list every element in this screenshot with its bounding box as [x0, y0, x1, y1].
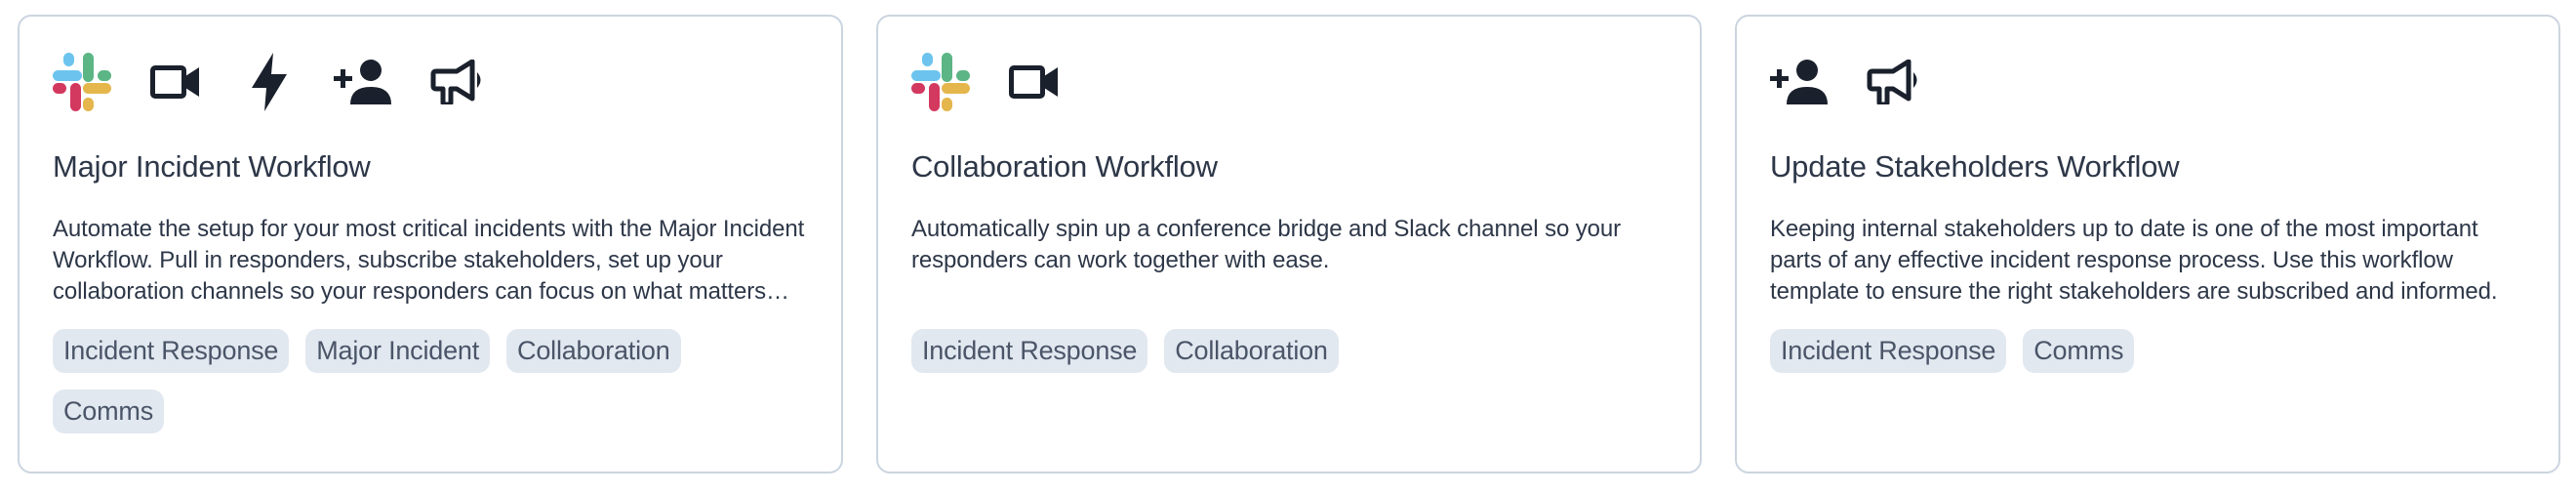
tag-incident-response: Incident Response: [911, 329, 1148, 373]
workflow-description: Keeping internal stakeholders up to date…: [1770, 216, 2498, 305]
tag-comms: Comms: [53, 390, 164, 433]
integration-icons: [53, 52, 808, 112]
tag-collaboration: Collaboration: [1164, 329, 1339, 373]
integration-icons: [1770, 52, 2525, 112]
video-camera-icon: [1005, 53, 1064, 111]
bolt-icon: [240, 53, 299, 111]
workflow-card-update-stakeholders[interactable]: Update Stakeholders Workflow Keeping int…: [1735, 15, 2560, 473]
tag-incident-response: Incident Response: [1770, 329, 2007, 373]
tag-collaboration: Collaboration: [506, 329, 681, 373]
workflow-tags: Incident Response Major Incident Collabo…: [53, 329, 808, 433]
workflow-template-list: Major Incident Workflow Automate the set…: [18, 15, 2560, 473]
workflow-description: Automate the setup for your most critica…: [53, 216, 805, 305]
video-camera-icon: [146, 53, 205, 111]
tag-major-incident: Major Incident: [305, 329, 491, 373]
megaphone-icon: [427, 53, 486, 111]
workflow-tags: Incident Response Collaboration: [911, 329, 1667, 373]
person-add-icon: [1770, 53, 1829, 111]
slack-icon: [911, 53, 970, 111]
workflow-description: Automatically spin up a conference bridg…: [911, 216, 1622, 273]
workflow-tags: Incident Response Comms: [1770, 329, 2525, 373]
tag-comms: Comms: [2023, 329, 2135, 373]
slack-icon: [53, 53, 111, 111]
megaphone-icon: [1864, 53, 1922, 111]
workflow-title: Collaboration Workflow: [911, 149, 1218, 184]
workflow-title: Major Incident Workflow: [53, 149, 371, 184]
workflow-card-collaboration[interactable]: Collaboration Workflow Automatically spi…: [876, 15, 1702, 473]
person-add-icon: [334, 53, 392, 111]
workflow-card-major-incident[interactable]: Major Incident Workflow Automate the set…: [18, 15, 843, 473]
tag-incident-response: Incident Response: [53, 329, 290, 373]
integration-icons: [911, 52, 1667, 112]
workflow-title: Update Stakeholders Workflow: [1770, 149, 2180, 184]
